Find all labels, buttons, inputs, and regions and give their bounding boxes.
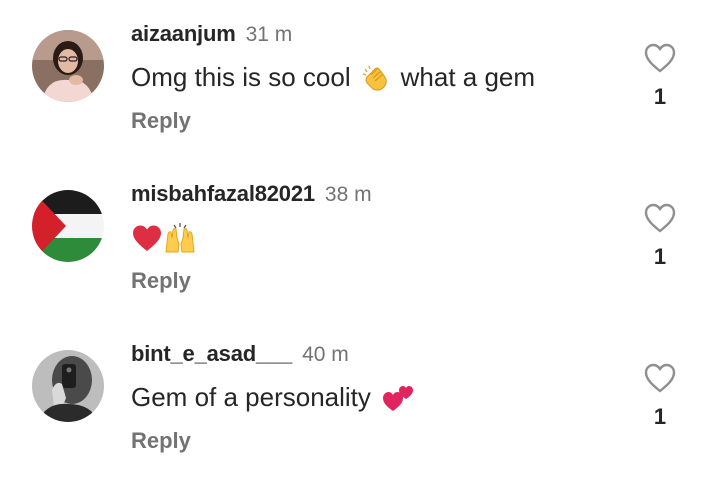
like-count: 1 bbox=[653, 244, 667, 269]
comment-text-after: what a gem bbox=[400, 62, 536, 92]
two-hearts-icon bbox=[381, 383, 415, 413]
palestine-flag-avatar-image bbox=[32, 190, 104, 262]
avatar[interactable] bbox=[32, 30, 104, 102]
username[interactable]: bint_e_asad___ bbox=[131, 341, 292, 366]
clapping-hands-icon bbox=[361, 63, 391, 93]
username[interactable]: misbahfazal82021 bbox=[131, 181, 315, 206]
heart-outline-icon bbox=[644, 203, 676, 233]
like-button[interactable] bbox=[642, 360, 678, 396]
comment-item: aizaanjum 31 m Omg this is so cool what a… bbox=[0, 10, 720, 160]
red-heart-icon bbox=[131, 223, 163, 253]
comment-text bbox=[131, 222, 197, 254]
reply-button[interactable]: Reply bbox=[131, 268, 191, 294]
timestamp: 40 m bbox=[302, 343, 349, 366]
comment-header: aizaanjum 31 m bbox=[131, 21, 292, 47]
comment-header: misbahfazal82021 38 m bbox=[131, 181, 372, 207]
timestamp: 38 m bbox=[324, 183, 372, 206]
avatar[interactable] bbox=[32, 190, 104, 262]
comment-header: bint_e_asad___ 40 m bbox=[131, 341, 349, 367]
avatar-image bbox=[32, 30, 104, 102]
comment-item: misbahfazal82021 38 m Reply 1 bbox=[0, 170, 720, 320]
heart-outline-icon bbox=[644, 43, 676, 73]
timestamp: 31 m bbox=[245, 23, 293, 46]
comment-text-before: Omg this is so cool bbox=[131, 62, 351, 92]
raising-hands-icon bbox=[163, 222, 197, 254]
avatar[interactable] bbox=[32, 350, 104, 422]
like-button[interactable] bbox=[642, 200, 678, 236]
username[interactable]: aizaanjum bbox=[131, 21, 236, 46]
like-count: 1 bbox=[653, 84, 667, 109]
comment-text: Gem of a personality bbox=[131, 382, 415, 413]
like-button[interactable] bbox=[642, 40, 678, 76]
comment-item: bint_e_asad___ 40 m Gem of a personality … bbox=[0, 330, 720, 480]
comment-text-before: Gem of a personality bbox=[131, 382, 371, 412]
avatar-image bbox=[32, 350, 104, 422]
reply-button[interactable]: Reply bbox=[131, 108, 191, 134]
reply-button[interactable]: Reply bbox=[131, 428, 191, 454]
like-count: 1 bbox=[653, 404, 667, 429]
comment-text: Omg this is so cool what a gem bbox=[131, 62, 535, 93]
heart-outline-icon bbox=[644, 363, 676, 393]
